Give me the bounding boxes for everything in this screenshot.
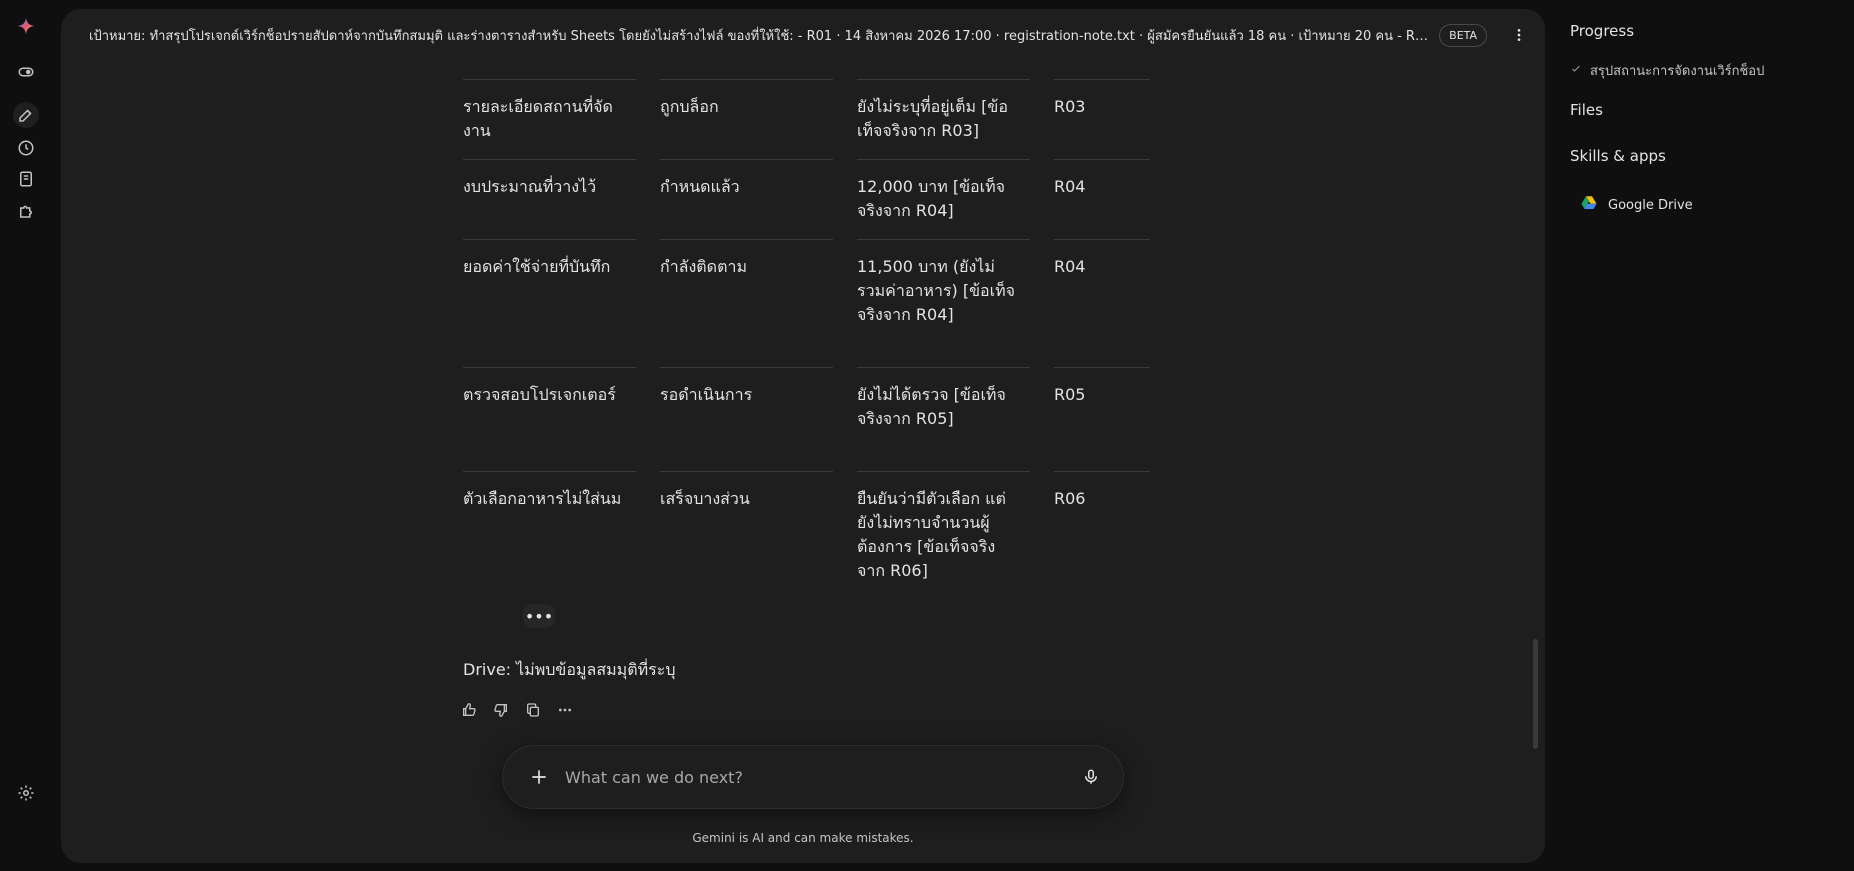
edit-icon[interactable] (13, 102, 39, 128)
table-row: ตรวจสอบโปรเจกเตอร์ รอดำเนินการ ยังไม่ได้… (463, 367, 1153, 471)
table-cell-status: ถูกบล็อก (660, 79, 833, 159)
drive-result-text: Drive: ไม่พบข้อมูลสมมุติที่ระบุ (463, 660, 676, 679)
prompt-composer (503, 746, 1123, 808)
table-cell-item: ยอดค่าใช้จ่ายที่บันทึก (463, 239, 636, 367)
table-cell-ref: R06 (1054, 471, 1150, 575)
table-cell-status: เสร็จบางส่วน (660, 471, 833, 575)
thumbs-up-icon[interactable] (459, 700, 479, 720)
app-name: Google Drive (1608, 197, 1693, 213)
progress-heading: Progress (1570, 22, 1635, 40)
progress-step-label: สรุปสถานะการจัดงานเวิร์กช็อป (1590, 64, 1765, 79)
files-heading[interactable]: Files (1570, 101, 1603, 119)
google-drive-icon (1580, 194, 1598, 216)
history-icon[interactable] (13, 135, 39, 161)
more-horizontal-icon[interactable] (555, 700, 575, 720)
thumbs-down-icon[interactable] (491, 700, 511, 720)
table-row: รายละเอียดสถานที่จัดงาน ถูกบล็อก ยังไม่ร… (463, 79, 1153, 159)
table-cell-item: ตัวเลือกอาหารไม่ใส่นม (463, 471, 636, 575)
microphone-icon[interactable] (1079, 765, 1103, 789)
table-cell-detail: ยังไม่ระบุที่อยู่เต็ม [ข้อเท็จจริงจาก R0… (857, 79, 1030, 159)
summary-table: รายละเอียดสถานที่จัดงาน ถูกบล็อก ยังไม่ร… (463, 79, 1153, 580)
skills-heading: Skills & apps (1570, 147, 1666, 165)
ai-disclaimer: Gemini is AI and can make mistakes. (692, 831, 914, 845)
progress-step: สรุปสถานะการจัดงานเวิร์กช็อป (1570, 60, 1764, 81)
notebook-icon[interactable] (13, 166, 39, 192)
chat-header: เป้าหมาย: ทำสรุปโปรเจกต์เวิร์กช็อปรายสัป… (61, 9, 1545, 61)
puzzle-icon[interactable] (13, 198, 39, 224)
check-icon (1570, 63, 1582, 79)
beta-badge: BETA (1439, 23, 1488, 47)
table-row: ยอดค่าใช้จ่ายที่บันทึก กำลังติดตาม 11,50… (463, 239, 1153, 367)
gemini-spark-icon[interactable] (13, 13, 39, 39)
table-cell-ref: R05 (1054, 367, 1150, 471)
show-more-button[interactable]: ••• (523, 604, 555, 628)
table-cell-detail: 12,000 บาท [ข้อเท็จจริงจาก R04] (857, 159, 1030, 239)
table-cell-ref: R03 (1054, 79, 1150, 159)
table-cell-detail: ยังไม่ได้ตรวจ [ข้อเท็จจริงจาก R05] (857, 367, 1030, 471)
table-cell-status: กำลังติดตาม (660, 239, 833, 367)
table-row: งบประมาณที่วางไว้ กำหนดแล้ว 12,000 บาท [… (463, 159, 1153, 239)
table-cell-status: รอดำเนินการ (660, 367, 833, 471)
app-google-drive[interactable]: Google Drive (1580, 194, 1693, 216)
table-cell-item: ตรวจสอบโปรเจกเตอร์ (463, 367, 636, 471)
table-cell-detail: ยืนยันว่ามีตัวเลือก แต่ยังไม่ทราบจำนวนผู… (857, 471, 1030, 580)
more-vertical-icon[interactable] (1509, 25, 1529, 45)
side-panel: Progress สรุปสถานะการจัดงานเวิร์กช็อป Fi… (1570, 0, 1854, 871)
scrollbar[interactable] (1533, 639, 1538, 749)
table-cell-item: รายละเอียดสถานที่จัดงาน (463, 79, 636, 159)
settings-icon[interactable] (13, 780, 39, 806)
left-rail (0, 0, 52, 871)
table-cell-status: กำหนดแล้ว (660, 159, 833, 239)
table-cell-ref: R04 (1054, 159, 1150, 239)
table-cell-item: งบประมาณที่วางไว้ (463, 159, 636, 239)
table-cell-ref: R04 (1054, 239, 1150, 367)
add-attachment-icon[interactable] (527, 765, 551, 789)
toggle-icon[interactable] (13, 59, 39, 85)
conversation-title[interactable]: เป้าหมาย: ทำสรุปโปรเจกต์เวิร์กช็อปรายสัป… (89, 25, 1435, 46)
table-row: ตัวเลือกอาหารไม่ใส่นม เสร็จบางส่วน ยืนยั… (463, 471, 1153, 580)
response-actions (459, 700, 575, 720)
prompt-input[interactable] (565, 767, 1079, 787)
chat-panel: เป้าหมาย: ทำสรุปโปรเจกต์เวิร์กช็อปรายสัป… (61, 9, 1545, 863)
copy-icon[interactable] (523, 700, 543, 720)
table-cell-detail: 11,500 บาท (ยังไม่รวมค่าอาหาร) [ข้อเท็จจ… (857, 239, 1030, 367)
